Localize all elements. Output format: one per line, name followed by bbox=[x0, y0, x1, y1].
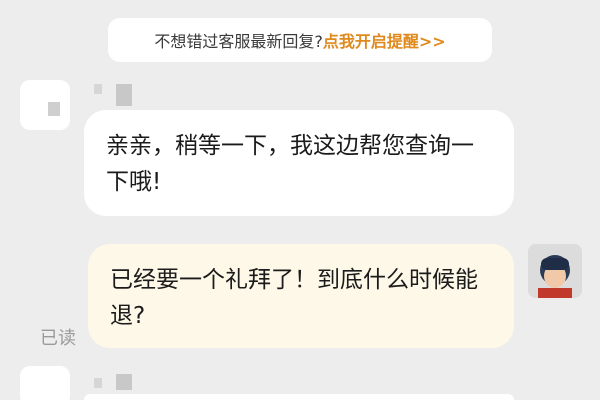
user-message-text: 已经要一个礼拜了！到底什么时候能退? bbox=[110, 267, 478, 329]
agent-avatar-blurred-icon-2 bbox=[20, 366, 70, 400]
read-status: 已读 bbox=[40, 328, 76, 349]
reply-reminder-banner[interactable]: 不想错过客服最新回复? 点我开启提醒>> bbox=[108, 18, 492, 62]
agent-message-text: 亲亲，稍等一下，我这边帮您查询一下哦! bbox=[106, 133, 474, 195]
reminder-text: 不想错过客服最新回复? bbox=[154, 32, 323, 51]
user-avatar-icon bbox=[528, 244, 582, 298]
agent-avatar-blurred-icon bbox=[20, 80, 70, 130]
user-avatar[interactable] bbox=[528, 244, 582, 298]
agent-message-bubble[interactable]: 亲亲，稍等一下，我这边帮您查询一下哦! bbox=[84, 110, 514, 216]
agent-name-blurred bbox=[94, 84, 102, 94]
agent-message-bubble-partial bbox=[84, 394, 514, 400]
user-message-bubble[interactable]: 已经要一个礼拜了！到底什么时候能退? bbox=[88, 244, 514, 348]
enable-reminder-link[interactable]: 点我开启提醒>> bbox=[323, 28, 446, 52]
